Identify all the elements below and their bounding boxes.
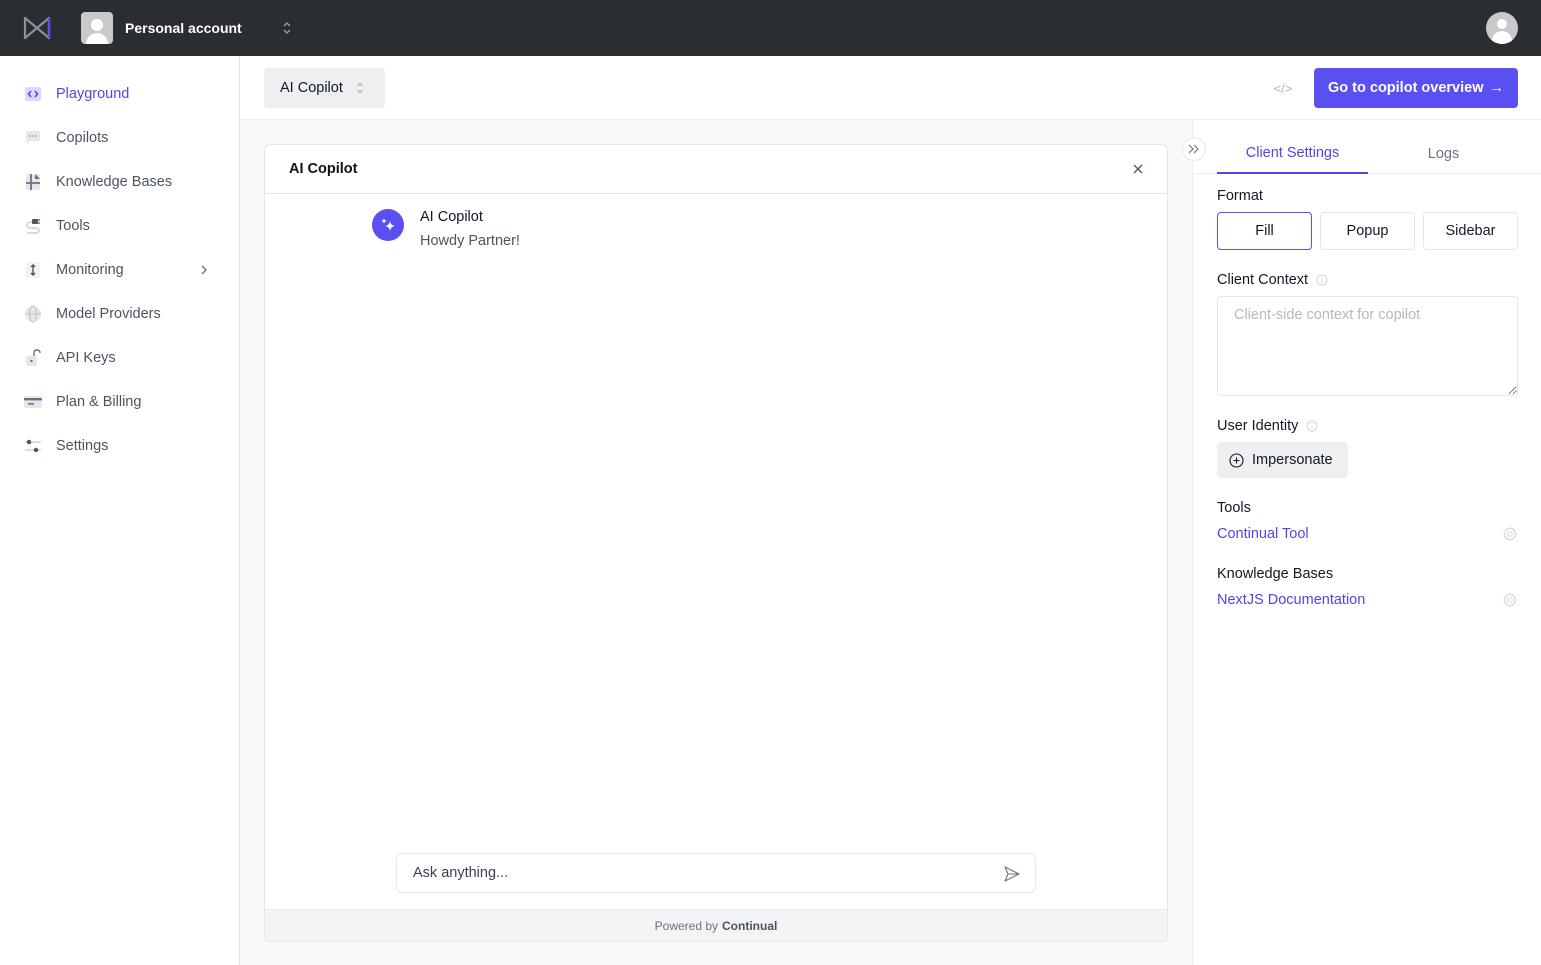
sidebar-item-label: Monitoring <box>56 262 124 278</box>
lock-icon <box>24 349 42 367</box>
chat-footer: Powered by Continual <box>265 909 1167 941</box>
knowledge-bases-label: Knowledge Bases <box>1217 566 1334 582</box>
copilot-select[interactable]: AI Copilot <box>264 68 385 108</box>
sidebar-item-label: Playground <box>56 86 130 102</box>
chevron-right-icon <box>201 265 207 275</box>
chat-bubble-icon <box>24 129 42 147</box>
format-label: Format <box>1217 188 1263 204</box>
knowledge-base-link[interactable]: NextJS Documentation <box>1217 592 1365 608</box>
overview-button-label: Go to copilot overview <box>1328 80 1484 96</box>
sidebar-item-settings[interactable]: Settings <box>16 428 224 464</box>
account-name: Personal account <box>125 20 242 36</box>
code-brackets-icon <box>24 85 42 103</box>
chat-input-box <box>396 853 1036 893</box>
tool-item: Continual Tool <box>1217 524 1518 544</box>
account-switcher[interactable]: Personal account <box>81 12 301 44</box>
chat-header: AI Copilot <box>265 145 1167 194</box>
chat-panel: AI Copilot AI Copilot Howdy Partner! Ask… <box>264 144 1168 942</box>
arrow-right-icon: → <box>1489 80 1505 96</box>
continual-logo-icon[interactable] <box>22 15 52 41</box>
sidebar-item-label: Copilots <box>56 130 109 146</box>
gear-icon[interactable] <box>1502 592 1518 608</box>
user-identity-label-row: User Identity <box>1217 418 1318 434</box>
sidebar-item-api-keys[interactable]: API Keys <box>16 340 224 376</box>
client-context-label-row: Client Context <box>1217 272 1328 288</box>
book-icon <box>24 173 42 191</box>
message-body: AI Copilot Howdy Partner! <box>420 209 520 249</box>
chevron-up-down-icon <box>283 22 291 34</box>
code-icon: </> <box>1273 80 1293 96</box>
client-settings-panel: Client Settings Logs Format Fill Popup S… <box>1192 120 1541 965</box>
gear-icon[interactable] <box>1502 526 1518 542</box>
chevron-up-down-icon <box>357 82 363 94</box>
powered-by-brand[interactable]: Continual <box>722 919 777 933</box>
globe-icon <box>24 305 42 323</box>
tab-logs[interactable]: Logs <box>1368 134 1519 174</box>
sidebar-item-label: Model Providers <box>56 306 161 322</box>
main-header: AI Copilot </> Go to copilot overview → <box>240 56 1541 120</box>
plug-icon <box>24 217 42 235</box>
account-avatar <box>81 12 113 44</box>
up-down-arrows-icon <box>24 261 42 279</box>
tool-link[interactable]: Continual Tool <box>1217 526 1309 542</box>
sidebar-item-model-providers[interactable]: Model Providers <box>16 296 224 332</box>
collapse-panel-button[interactable] <box>1182 137 1206 161</box>
copilot-avatar <box>372 209 404 241</box>
user-identity-label: User Identity <box>1217 418 1299 434</box>
top-bar: Personal account <box>0 0 1541 56</box>
user-avatar[interactable] <box>1486 12 1518 44</box>
send-icon[interactable] <box>1003 865 1021 883</box>
format-fill-button[interactable]: Fill <box>1217 212 1312 250</box>
knowledge-base-item: NextJS Documentation <box>1217 590 1518 610</box>
client-context-label: Client Context <box>1217 272 1309 288</box>
code-embed-button[interactable]: </> <box>1272 78 1294 98</box>
sliders-icon <box>24 437 42 455</box>
chat-input[interactable] <box>413 865 993 881</box>
format-sidebar-button[interactable]: Sidebar <box>1423 212 1518 250</box>
impersonate-label: Impersonate <box>1252 452 1333 468</box>
message-text: Howdy Partner! <box>420 233 520 249</box>
sidebar-item-label: API Keys <box>56 350 116 366</box>
sidebar-item-playground[interactable]: Playground <box>16 76 224 112</box>
sidebar-item-label: Plan & Billing <box>56 394 142 410</box>
playground-content: AI Copilot AI Copilot Howdy Partner! Ask… <box>240 120 1192 965</box>
chevrons-right-icon <box>1188 144 1199 154</box>
plus-circle-icon <box>1229 452 1244 468</box>
sidebar: Playground Copilots Knowledge Bases Tool… <box>0 56 240 965</box>
credit-card-icon <box>24 393 42 411</box>
info-icon[interactable] <box>1316 274 1328 286</box>
sidebar-item-knowledge-bases[interactable]: Knowledge Bases <box>16 164 224 200</box>
sidebar-item-monitoring[interactable]: Monitoring <box>16 252 224 288</box>
powered-by-text: Powered by <box>654 918 719 933</box>
chat-message: AI Copilot Howdy Partner! <box>372 209 520 249</box>
settings-tabs: Client Settings Logs <box>1193 134 1541 174</box>
sparkles-icon <box>381 218 395 231</box>
sidebar-item-plan-billing[interactable]: Plan & Billing <box>16 384 224 420</box>
sidebar-item-label: Settings <box>56 438 109 454</box>
message-author: AI Copilot <box>420 209 483 225</box>
info-icon[interactable] <box>1306 420 1318 432</box>
client-context-input[interactable] <box>1217 296 1518 396</box>
go-to-copilot-overview-button[interactable]: Go to copilot overview → <box>1314 68 1518 108</box>
sidebar-item-copilots[interactable]: Copilots <box>16 120 224 156</box>
chat-title: AI Copilot <box>289 161 358 177</box>
impersonate-button[interactable]: Impersonate <box>1217 442 1348 478</box>
sidebar-item-tools[interactable]: Tools <box>16 208 224 244</box>
copilot-select-value: AI Copilot <box>280 80 343 96</box>
sidebar-item-label: Tools <box>56 218 90 234</box>
tab-client-settings[interactable]: Client Settings <box>1217 134 1368 174</box>
format-popup-button[interactable]: Popup <box>1320 212 1415 250</box>
close-icon[interactable] <box>1131 162 1145 176</box>
tools-label: Tools <box>1217 500 1251 516</box>
sidebar-item-label: Knowledge Bases <box>56 174 173 190</box>
